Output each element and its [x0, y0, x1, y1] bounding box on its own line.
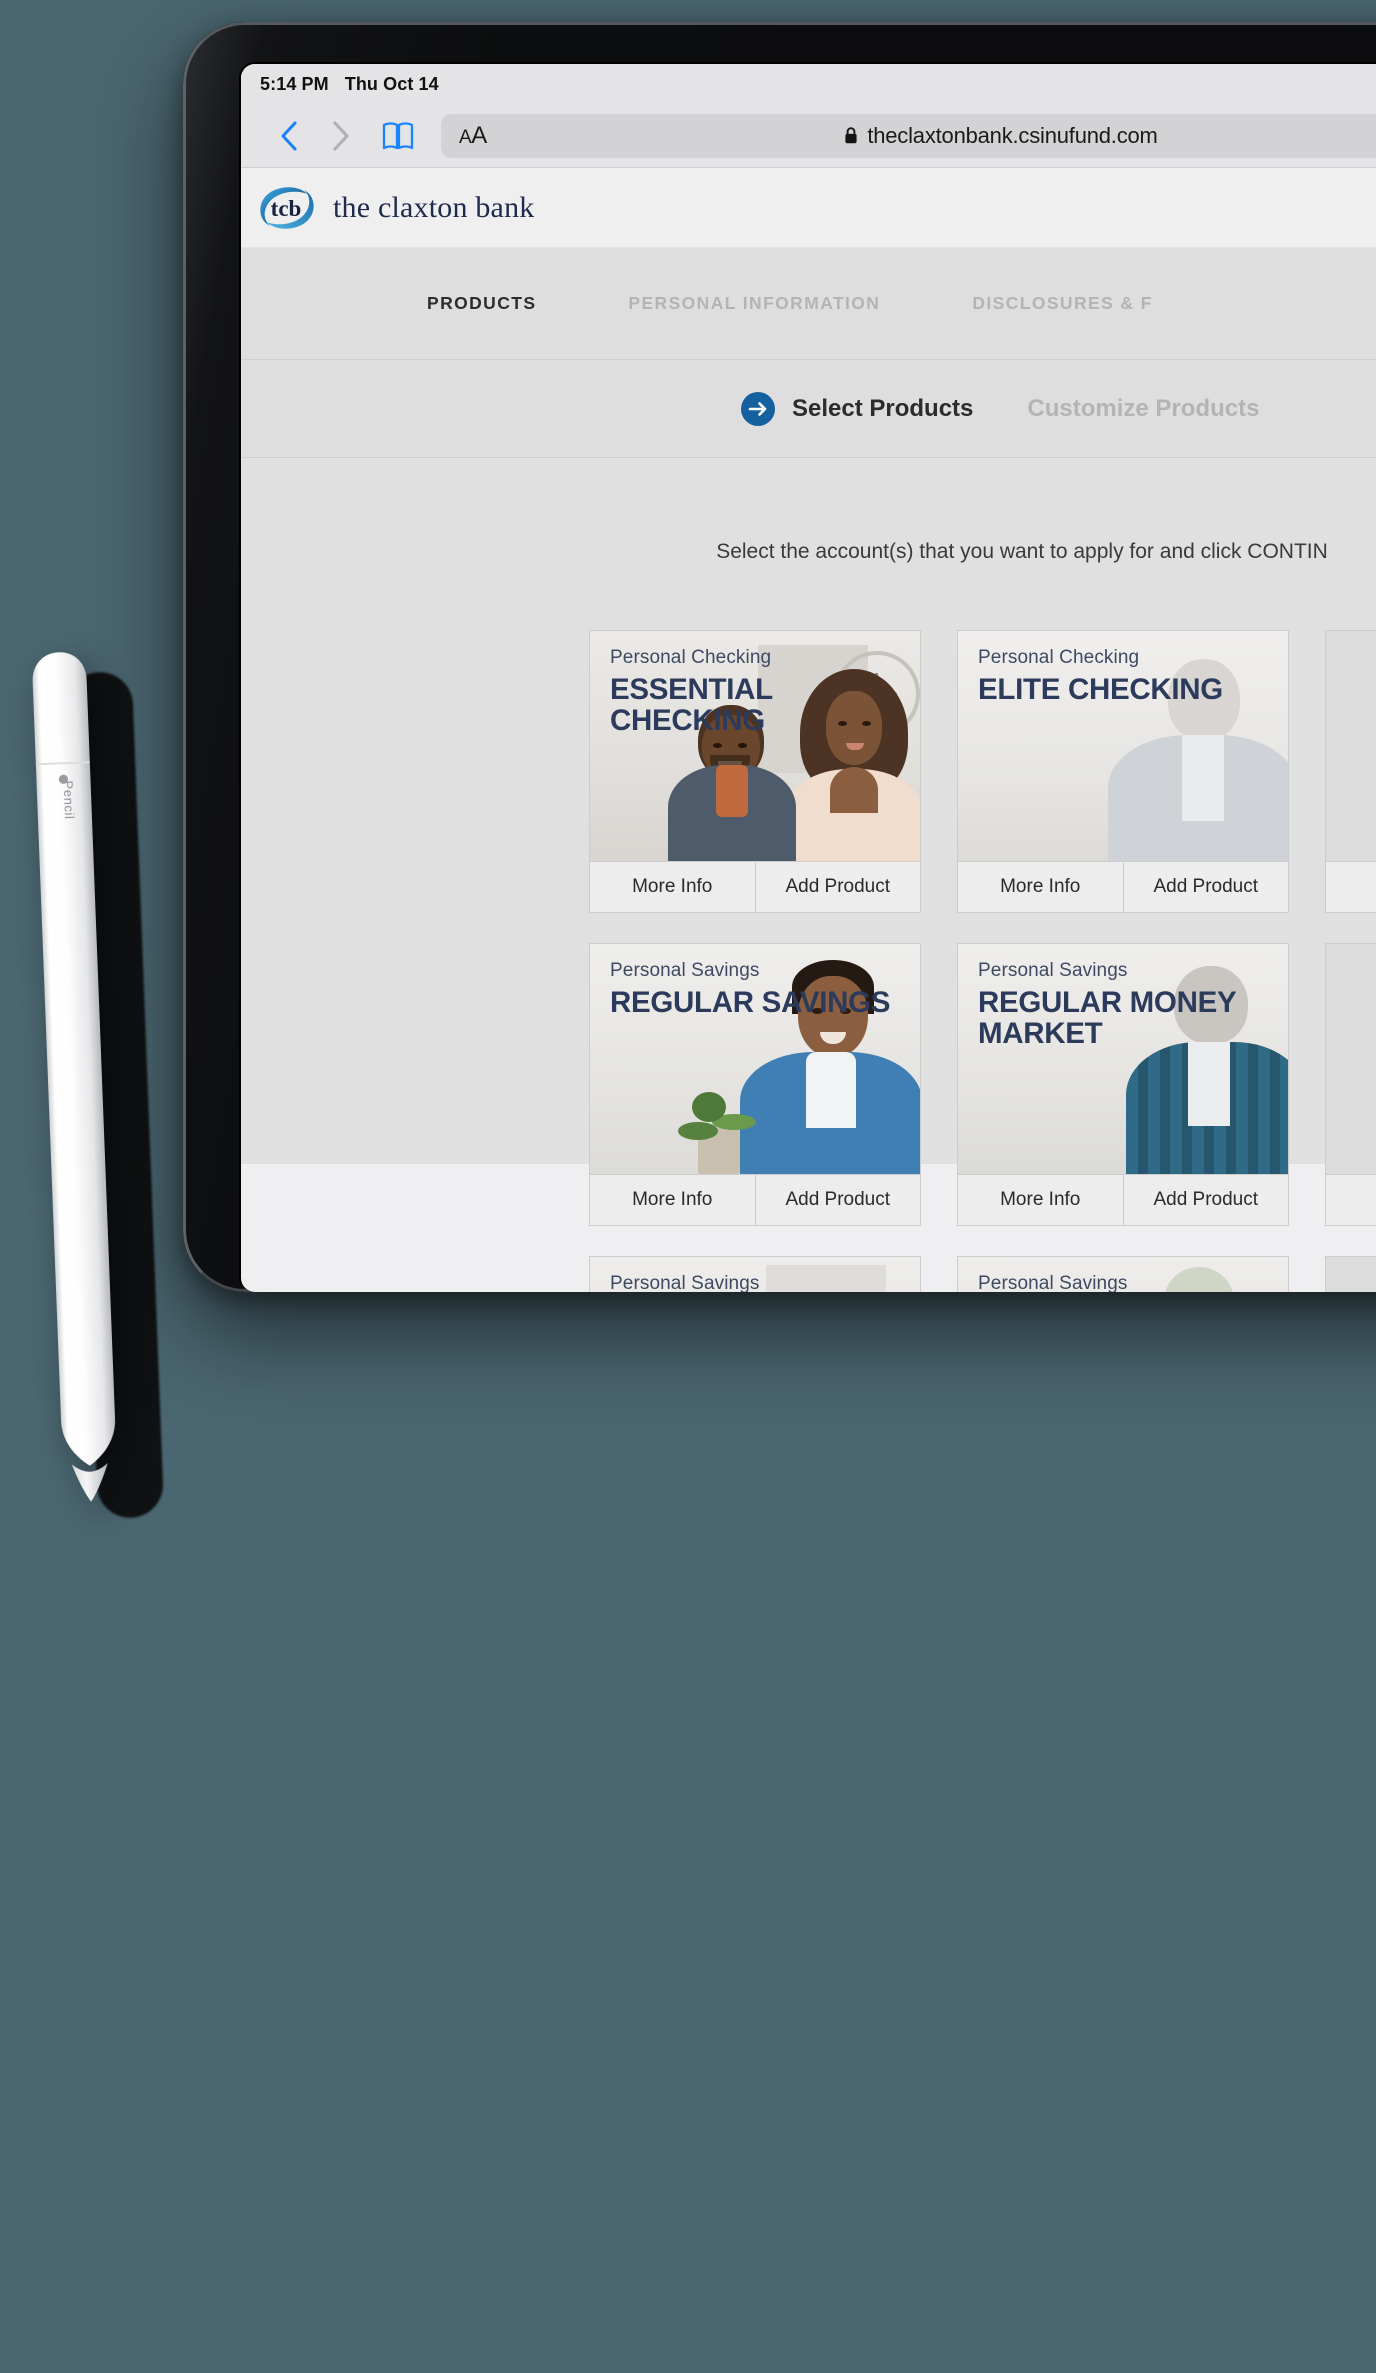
more-info-button[interactable] — [1326, 862, 1376, 912]
text-size-button[interactable]: AA — [459, 122, 487, 150]
chevron-left-icon — [281, 120, 297, 151]
status-time: 5:14 PM — [260, 73, 329, 94]
product-grid: Personal Checking ESSENTIAL CHECKING Mor… — [241, 630, 1376, 1292]
primary-nav: PRODUCTS PERSONAL INFORMATION DISCLOSURE… — [241, 248, 1376, 360]
more-info-button[interactable]: More Info — [958, 1175, 1123, 1225]
product-image: Personal Savings REGULAR SAVINGS — [590, 944, 920, 1174]
step-customize-products[interactable]: Customize Products — [1027, 395, 1259, 423]
ios-status-bar: 5:14 PM Thu Oct 14 — [241, 64, 1376, 104]
product-card-12-month-cd[interactable]: Personal Savings 12 MONTH CD — [957, 1256, 1289, 1292]
product-title: ELITE CHECKING — [978, 673, 1223, 706]
product-card-ultimate-money-market[interactable]: Personal Savings ULTIMATE MONEY MARKET — [589, 1256, 921, 1292]
product-actions — [1326, 861, 1376, 912]
product-actions: More Info Add Product — [590, 1174, 920, 1225]
product-actions: More Info Add Product — [958, 861, 1288, 912]
product-card-regular-savings[interactable]: Personal Savings REGULAR SAVINGS More In… — [589, 943, 921, 1226]
safari-toolbar: AA theclaxtonbank.csinufund.com — [241, 104, 1376, 168]
main-content: Select the account(s) that you want to a… — [241, 458, 1376, 1292]
add-product-button[interactable]: Add Product — [1122, 1175, 1289, 1225]
product-card-offscreen[interactable] — [1325, 1256, 1376, 1292]
product-card-offscreen[interactable] — [1325, 943, 1376, 1226]
product-title: REGULAR MONEY MARKET — [978, 986, 1236, 1051]
product-image: Personal Checking ESSENTIAL CHECKING — [590, 631, 920, 861]
product-actions: More Info Add Product — [958, 1174, 1288, 1225]
tablet-device: 5:14 PM Thu Oct 14 AA theclaxtonbank.csi… — [183, 22, 1376, 1292]
step-label-select-products: Select Products — [792, 394, 974, 422]
svg-text:Pencil: Pencil — [61, 780, 77, 820]
product-image: Personal Checking ELITE CHECKING — [958, 631, 1288, 861]
product-image: Personal Savings REGULAR MONEY MARKET — [958, 944, 1288, 1174]
arrow-right-circle-icon — [741, 391, 775, 426]
product-card-regular-money-market[interactable]: Personal Savings REGULAR MONEY MARKET Mo… — [957, 943, 1289, 1226]
svg-text:tcb: tcb — [271, 196, 302, 221]
step-label-customize-products: Customize Products — [1027, 394, 1260, 422]
product-card-elite-checking[interactable]: Personal Checking ELITE CHECKING More In… — [957, 630, 1289, 913]
more-info-button[interactable]: More Info — [590, 862, 755, 912]
product-title: ESSENTIAL CHECKING — [610, 673, 773, 738]
product-image: Personal Savings 12 MONTH CD — [958, 1257, 1288, 1292]
product-actions: More Info Add Product — [590, 861, 920, 912]
product-card-essential-checking[interactable]: Personal Checking ESSENTIAL CHECKING Mor… — [589, 630, 921, 913]
bank-wordmark: the claxton bank — [333, 190, 535, 224]
address-bar[interactable]: AA theclaxtonbank.csinufund.com — [441, 113, 1376, 158]
product-card-offscreen[interactable] — [1325, 630, 1376, 913]
lock-icon — [845, 127, 857, 144]
product-actions — [1326, 1174, 1376, 1225]
status-date: Thu Oct 14 — [344, 73, 439, 94]
tablet-screen: 5:14 PM Thu Oct 14 AA theclaxtonbank.csi… — [241, 64, 1376, 1292]
site-header: tcb the claxton bank — [241, 168, 1376, 248]
product-eyebrow: Personal Savings — [978, 1273, 1128, 1292]
product-caption: Personal Savings ULTIMATE MONEY MARKET — [610, 1273, 920, 1292]
nav-item-disclosures[interactable]: DISCLOSURES & F — [972, 293, 1152, 314]
product-image — [1326, 1257, 1376, 1292]
product-caption: Personal Savings 12 MONTH CD — [978, 1273, 1175, 1292]
product-image: Personal Savings ULTIMATE MONEY MARKET — [590, 1257, 920, 1292]
url-text: theclaxtonbank.csinufund.com — [867, 122, 1158, 148]
bookmarks-button[interactable] — [367, 114, 429, 158]
pencil-wordmark: Pencil — [61, 780, 77, 820]
product-caption: Personal Checking ELITE CHECKING — [978, 647, 1223, 705]
add-product-button[interactable]: Add Product — [754, 1175, 921, 1225]
product-caption: Personal Savings REGULAR MONEY MARKET — [978, 960, 1288, 1050]
url-display: theclaxtonbank.csinufund.com — [441, 123, 1376, 149]
forward-button[interactable] — [315, 114, 367, 158]
product-caption: Personal Savings REGULAR SAVINGS — [610, 960, 890, 1018]
add-product-button[interactable]: Add Product — [754, 862, 921, 912]
instruction-text: Select the account(s) that you want to a… — [716, 540, 1328, 563]
product-eyebrow: Personal Checking — [610, 647, 772, 668]
nav-item-products[interactable]: PRODUCTS — [427, 293, 536, 314]
product-image — [1326, 631, 1376, 861]
product-caption: Personal Checking ESSENTIAL CHECKING — [610, 647, 920, 737]
bank-logo[interactable]: tcb the claxton bank — [255, 182, 534, 234]
step-select-products[interactable]: Select Products — [741, 391, 974, 426]
product-eyebrow: Personal Savings — [610, 1273, 760, 1292]
book-icon — [382, 121, 414, 149]
chevron-right-icon — [333, 120, 349, 151]
add-product-button[interactable]: Add Product — [1122, 862, 1289, 912]
product-eyebrow: Personal Savings — [978, 960, 1128, 981]
back-button[interactable] — [263, 114, 315, 158]
step-progress-bar: Select Products Customize Products — [241, 360, 1376, 458]
product-eyebrow: Personal Savings — [610, 960, 760, 981]
more-info-button[interactable] — [1326, 1175, 1376, 1225]
nav-item-personal-information[interactable]: PERSONAL INFORMATION — [628, 293, 880, 314]
more-info-button[interactable]: More Info — [590, 1175, 755, 1225]
product-title: REGULAR SAVINGS — [610, 986, 891, 1019]
product-image — [1326, 944, 1376, 1174]
more-info-button[interactable]: More Info — [958, 862, 1123, 912]
tcb-logo-icon: tcb — [260, 186, 314, 229]
product-eyebrow: Personal Checking — [978, 647, 1140, 668]
